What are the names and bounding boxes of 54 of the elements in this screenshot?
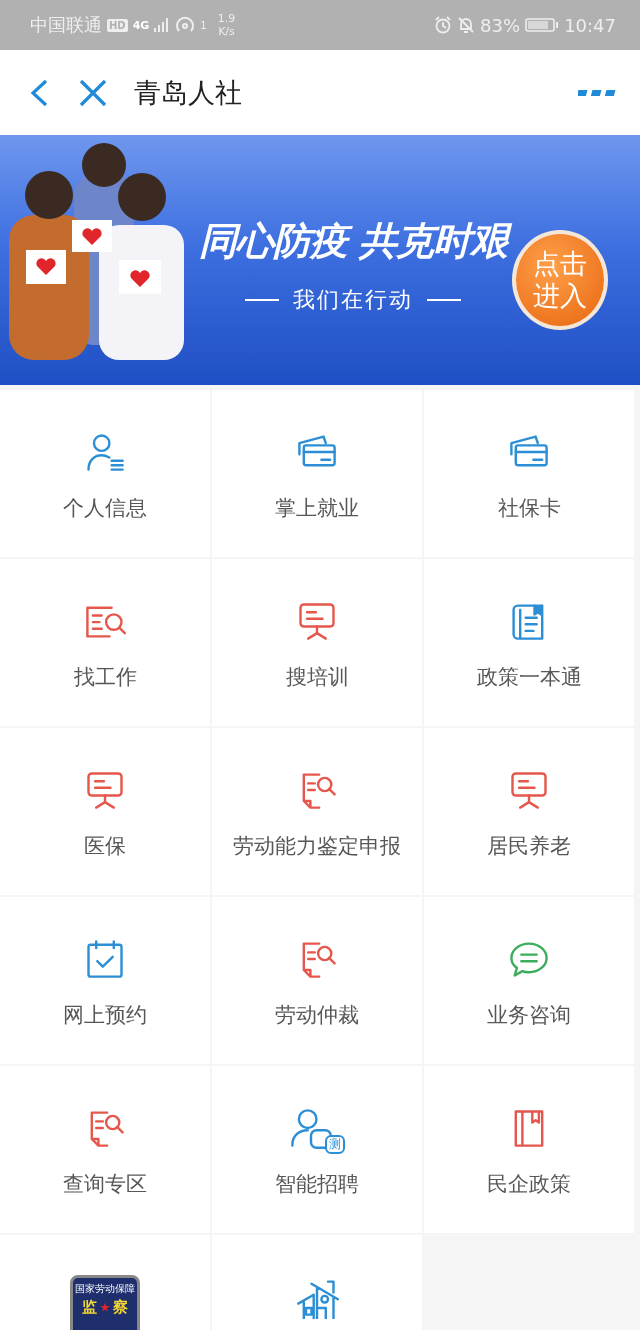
service-label: 掌上就业 [275,495,359,522]
banner-subline: 我们在行动 [293,285,413,314]
service-label: 居民养老 [487,833,571,860]
network-type: 4G [132,18,150,32]
service-label: 智能招聘 [275,1171,359,1198]
service-tile[interactable]: 业务咨询 [424,897,634,1064]
carrier-name: 中国联通 [30,13,102,37]
service-label: 社保卡 [497,495,561,522]
service-tile[interactable]: 个人信息 [0,390,210,557]
service-label: 个人信息 [63,495,147,522]
service-label: 医保 [84,833,126,860]
service-label: 劳动仲裁 [275,1002,359,1029]
service-label: 民企政策 [487,1171,571,1198]
service-tile[interactable]: 社保卡 [424,390,634,557]
service-label: 政策一本通 [476,664,582,691]
service-tile[interactable]: 民企政策 [424,1066,634,1233]
more-icon[interactable] [578,87,616,98]
badge-caption: 国家劳动保障 [75,1282,135,1296]
badge-character: 察 [113,1298,128,1317]
alarm-icon [434,16,453,34]
service-tile[interactable]: 劳动仲裁 [212,897,422,1064]
service-tile[interactable]: 医保 [0,728,210,895]
page-title: 青岛人社 [134,75,243,110]
badge-character: 监 [82,1298,97,1317]
service-tile[interactable]: 找工作 [0,559,210,726]
service-label: 网上预约 [63,1002,147,1029]
service-label: 找工作 [73,664,137,691]
back-icon[interactable] [28,77,50,108]
banner[interactable]: 同心防疫 共克时艰 我们在行动 点击进入 [0,135,640,385]
service-tile[interactable]: 劳动能力鉴定申报 [212,728,422,895]
service-tile[interactable]: 搜培训 [212,559,422,726]
test-badge: 测 [325,1135,345,1154]
service-tile[interactable]: 国家劳动保障 监 察 [0,1235,210,1330]
service-label: 搜培训 [285,664,349,691]
service-label: 查询专区 [63,1171,147,1198]
hotspot-icon [175,16,196,34]
network-speed: 1.9 [217,12,236,25]
service-tile[interactable]: 查询专区 [0,1066,210,1233]
service-tile[interactable]: 掌上就业 [212,390,422,557]
battery-icon [525,17,560,33]
battery-percent: 83% [480,14,521,36]
service-tile[interactable]: 居民养老 [424,728,634,895]
service-label: 业务咨询 [487,1002,571,1029]
hotspot-count: 1 [200,20,207,31]
service-tile[interactable]: 网上预约 [0,897,210,1064]
service-tile[interactable]: 测 智能招聘 [212,1066,422,1233]
clock-time: 10:47 [564,14,616,36]
speed-unit: K/s [218,25,235,38]
service-label: 劳动能力鉴定申报 [233,833,401,860]
signal-icon [154,17,171,33]
mute-bell-icon [457,16,476,34]
close-icon[interactable] [78,77,108,108]
service-tile[interactable]: 政策一本通 [424,559,634,726]
hd-badge: HD [107,18,128,32]
